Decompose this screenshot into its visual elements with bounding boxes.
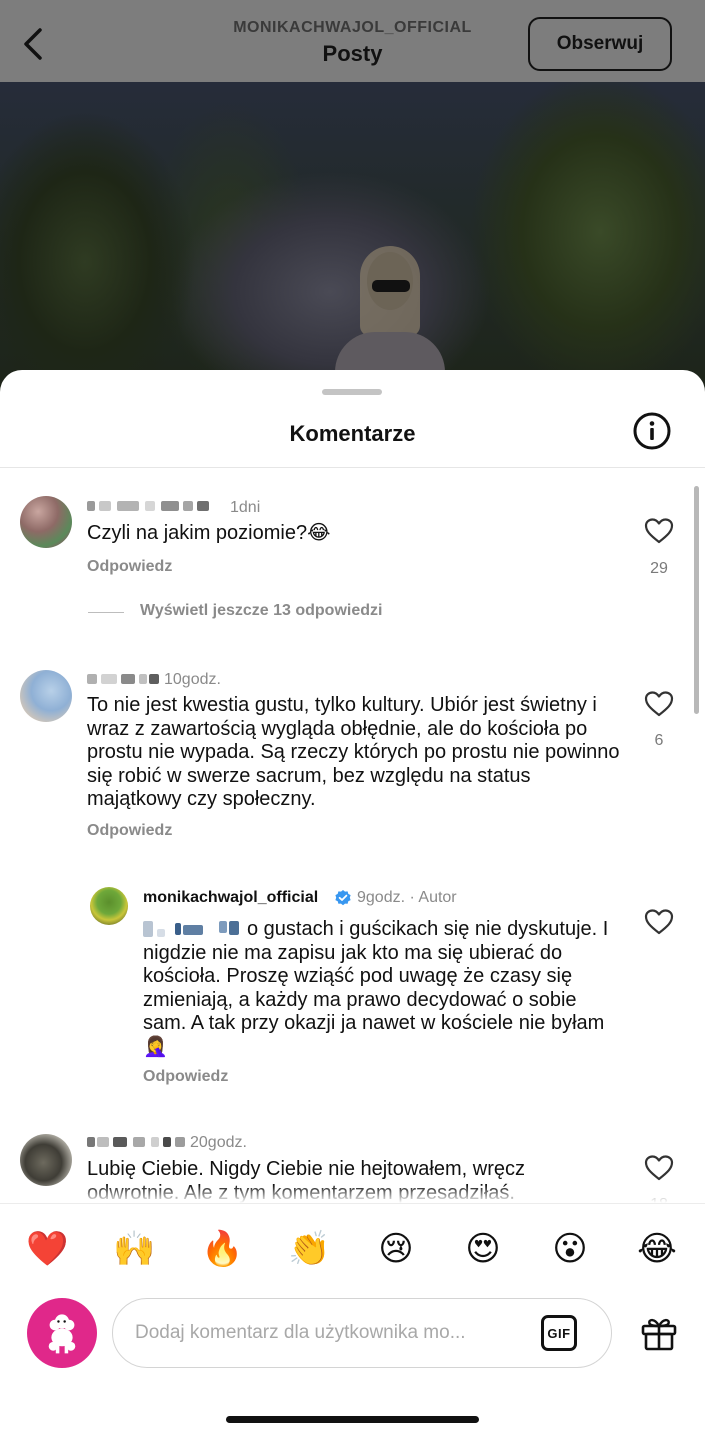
comment-time: 9godz. <box>357 889 406 906</box>
comments-sheet: Komentarze 1dni Czyli na jakim poziomie?… <box>0 370 705 1439</box>
author-tag: · Autor <box>409 889 457 906</box>
follow-button[interactable]: Obserwuj <box>528 17 672 71</box>
reaction-heart[interactable]: ❤️ <box>26 1228 68 1270</box>
comment-time-and-tag: 9godz. · Autor <box>357 889 457 907</box>
reaction-laughing[interactable]: 😂 <box>636 1228 678 1270</box>
avatar[interactable] <box>20 670 72 722</box>
comment-time: 10godz. <box>164 671 221 688</box>
comment-author[interactable]: monikachwajol_official <box>143 889 318 907</box>
comment-input[interactable] <box>112 1298 612 1368</box>
quick-reactions-bar: ❤️ 🙌 🔥 👏 😢 😍 😮 😂 <box>0 1203 705 1293</box>
like-count: 29 <box>650 560 668 577</box>
reply-button[interactable]: Odpowiedz <box>87 558 172 576</box>
avatar[interactable] <box>20 496 72 548</box>
reaction-fire[interactable]: 🔥 <box>201 1228 243 1270</box>
username-pixelated[interactable] <box>87 672 161 686</box>
heart-icon[interactable] <box>644 690 674 718</box>
gif-icon[interactable]: GIF <box>541 1315 577 1351</box>
heart-icon[interactable] <box>644 908 674 936</box>
reaction-crying[interactable]: 😢 <box>375 1228 417 1270</box>
thread-line <box>88 612 124 613</box>
comment-text: To nie jest kwestia gustu, tylko kultury… <box>87 694 620 810</box>
comment-time: 20godz. <box>190 1134 247 1151</box>
reaction-clap[interactable]: 👏 <box>288 1228 330 1270</box>
username-pixelated[interactable] <box>87 499 219 513</box>
sheet-title: Komentarze <box>289 421 416 446</box>
post-photo <box>0 82 705 412</box>
heart-icon[interactable] <box>644 517 674 545</box>
view-more-replies-button[interactable]: Wyświetl jeszcze 13 odpowiedzi <box>140 602 382 620</box>
info-icon[interactable] <box>633 412 671 450</box>
drag-handle[interactable] <box>322 389 382 395</box>
comment-text: o gustach i guścikach się nie dyskutuje.… <box>143 918 609 1058</box>
list-fade <box>0 1185 705 1203</box>
username-pixelated[interactable] <box>87 1135 187 1149</box>
reply-button[interactable]: Odpowiedz <box>87 822 172 840</box>
reaction-surprised[interactable]: 😮 <box>549 1228 591 1270</box>
home-indicator <box>226 1416 479 1423</box>
reaction-heart-eyes[interactable]: 😍 <box>462 1228 504 1270</box>
my-avatar[interactable] <box>27 1298 97 1368</box>
avatar[interactable] <box>90 887 128 925</box>
comments-list[interactable]: 1dni Czyli na jakim poziomie?😂 Odpowiedz… <box>0 468 705 1203</box>
avatar[interactable] <box>20 1134 72 1186</box>
like-count: 6 <box>654 732 664 749</box>
top-bar: MONIKACHWAJOL_OFFICIAL Posty Obserwuj <box>0 0 705 82</box>
scrollbar[interactable] <box>694 486 699 714</box>
comment-time: 1dni <box>230 499 261 516</box>
verified-badge-icon <box>334 889 352 907</box>
heart-icon[interactable] <box>644 1154 674 1182</box>
comment-text: Czyli na jakim poziomie?😂 <box>87 522 331 544</box>
reply-button[interactable]: Odpowiedz <box>143 1068 228 1086</box>
gift-icon[interactable] <box>639 1313 679 1353</box>
reaction-raised-hands[interactable]: 🙌 <box>113 1228 155 1270</box>
